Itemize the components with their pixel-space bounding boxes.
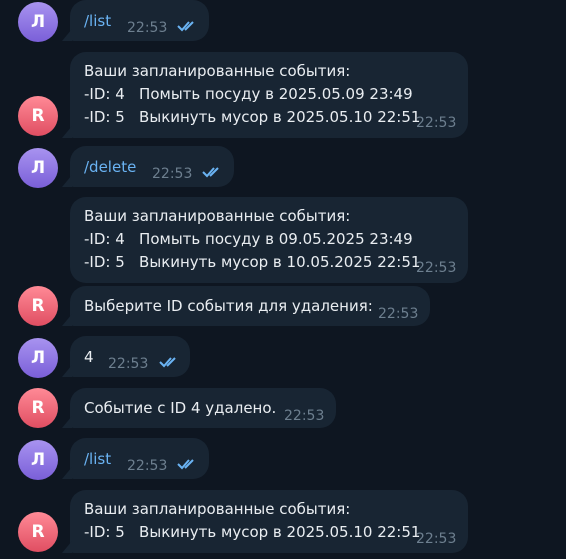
user-avatar[interactable]: Л [18,338,58,378]
message-text: Ваши запланированные события: -ID: 4 Пом… [84,207,421,271]
message-bubble-outgoing[interactable]: /list 22:53 [62,0,209,41]
message-text: Ваши запланированные события: -ID: 4 Пом… [84,62,421,126]
double-check-icon [177,21,194,32]
double-check-icon [177,459,194,470]
message-bubble-incoming[interactable]: Событие с ID 4 удалено. 22:53 [62,388,336,428]
message-text: 4 [84,348,94,366]
message-time: 22:53 [127,458,168,474]
message-bubble-incoming[interactable]: Выберите ID события для удаления: 22:53 [62,286,430,326]
message-text: Ваши запланированные события: -ID: 5 Вык… [84,500,421,541]
command-link[interactable]: /list [84,448,111,471]
message-bubble-outgoing[interactable]: /delete 22:53 [62,146,234,187]
message-bubble-outgoing[interactable]: /list 22:53 [62,438,209,479]
user-avatar[interactable]: Л [18,148,58,188]
message-time: 22:53 [108,356,149,372]
command-link[interactable]: /list [84,10,111,33]
bot-avatar[interactable]: R [18,96,58,136]
double-check-icon [159,357,176,368]
bot-avatar[interactable]: R [18,512,58,552]
message-time: 22:53 [416,531,457,547]
message-time: 22:53 [416,115,457,131]
message-bubble-incoming[interactable]: Ваши запланированные события: -ID: 5 Вык… [62,490,468,553]
message-bubble-outgoing[interactable]: 4 22:53 [62,336,190,377]
message-time: 22:53 [378,306,419,322]
bot-avatar[interactable]: R [18,388,58,428]
message-time: 22:53 [152,166,193,182]
message-bubble-incoming[interactable]: Ваши запланированные события: -ID: 4 Пом… [70,197,468,283]
command-link[interactable]: /delete [84,156,136,179]
user-avatar[interactable]: Л [18,440,58,480]
message-text: Событие с ID 4 удалено. [84,399,277,417]
message-time: 22:53 [127,20,168,36]
message-time: 22:53 [416,260,457,276]
message-time: 22:53 [284,408,325,424]
message-text: Выберите ID события для удаления: [84,297,373,315]
bot-avatar[interactable]: R [18,286,58,326]
message-bubble-incoming[interactable]: Ваши запланированные события: -ID: 4 Пом… [62,52,468,138]
double-check-icon [202,167,219,178]
user-avatar[interactable]: Л [18,2,58,42]
